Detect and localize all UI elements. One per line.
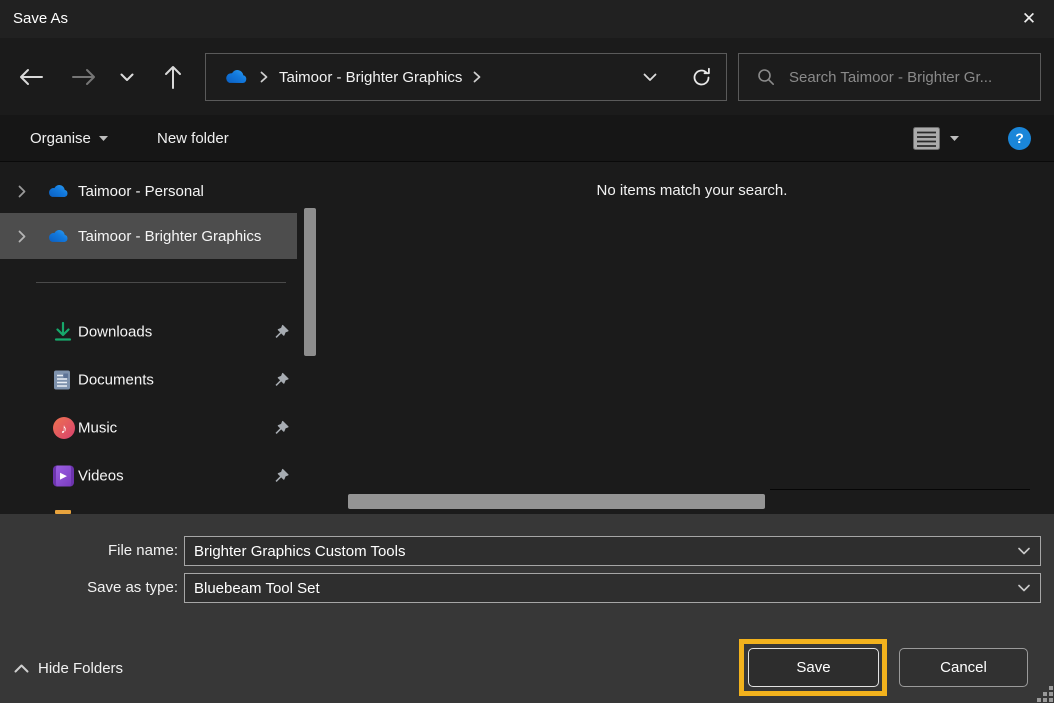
breadcrumb: Taimoor - Brighter Graphics — [224, 69, 481, 86]
up-arrow-icon — [164, 64, 182, 90]
help-icon: ? — [1008, 127, 1031, 150]
music-icon: ♪ — [53, 417, 75, 439]
address-dropdown-chevron-icon[interactable] — [643, 73, 657, 82]
list-view-icon — [913, 127, 940, 150]
help-button[interactable]: ? — [1008, 115, 1031, 161]
save-button-label: Save — [796, 659, 830, 676]
pin-icon — [274, 469, 289, 484]
breadcrumb-chevron-icon — [260, 71, 268, 83]
pin-icon — [274, 325, 289, 340]
sidebar-item-taimoor-brighter-graphics[interactable]: Taimoor - Brighter Graphics — [0, 213, 297, 259]
search-placeholder: Search Taimoor - Brighter Gr... — [789, 69, 992, 86]
file-name-combobox[interactable]: Brighter Graphics Custom Tools — [184, 536, 1041, 566]
expand-chevron-icon[interactable] — [18, 230, 26, 243]
back-button[interactable] — [16, 62, 46, 92]
caret-down-icon — [99, 136, 108, 141]
help-glyph: ? — [1015, 130, 1024, 146]
pin-icon — [274, 421, 289, 436]
sidebar-item-taimoor-personal[interactable]: Taimoor - Personal — [0, 171, 297, 211]
sidebar-item-label: Videos — [78, 468, 124, 485]
onedrive-cloud-icon — [47, 184, 70, 199]
cancel-button[interactable]: Cancel — [899, 648, 1028, 687]
sidebar-item-label: Documents — [78, 372, 154, 389]
search-box[interactable]: Search Taimoor - Brighter Gr... — [738, 53, 1041, 101]
empty-state-message: No items match your search. — [330, 182, 1054, 199]
recent-locations-button[interactable] — [112, 62, 142, 92]
file-name-value: Brighter Graphics Custom Tools — [194, 543, 405, 560]
pin-icon — [274, 373, 289, 388]
videos-icon: ▶ — [53, 466, 74, 487]
horizontal-scrollbar[interactable] — [348, 494, 765, 509]
chevron-down-icon[interactable] — [1018, 548, 1030, 555]
cancel-button-label: Cancel — [940, 659, 987, 676]
list-bottom-border — [770, 489, 1030, 490]
forward-arrow-icon — [71, 68, 97, 86]
sidebar-item-label: Music — [78, 420, 117, 437]
command-toolbar: Organise New folder ? — [0, 115, 1054, 162]
content-area: Taimoor - Personal Taimoor - Brighter Gr… — [0, 162, 1054, 514]
sidebar-item-music[interactable]: ♪ Music — [0, 406, 297, 450]
sidebar-scrollbar[interactable] — [304, 208, 316, 356]
caret-down-icon — [950, 136, 959, 141]
search-icon — [757, 68, 775, 86]
sidebar-item-downloads[interactable]: Downloads — [0, 310, 297, 354]
music-note-glyph: ♪ — [61, 421, 68, 436]
save-as-type-combobox[interactable]: Bluebeam Tool Set — [184, 573, 1041, 603]
title-bar: Save As ✕ — [0, 0, 1054, 38]
chevron-down-icon[interactable] — [1018, 585, 1030, 592]
navigation-bar: Taimoor - Brighter Graphics — [0, 38, 1054, 115]
new-folder-label: New folder — [157, 130, 229, 147]
save-as-type-label: Save as type: — [0, 573, 178, 603]
close-button[interactable]: ✕ — [1012, 2, 1046, 36]
sidebar-item-videos[interactable]: ▶ Videos — [0, 454, 297, 498]
chevron-down-icon — [120, 73, 134, 82]
hide-folders-button[interactable]: Hide Folders — [14, 660, 123, 677]
sidebar-item-label: Taimoor - Brighter Graphics — [78, 228, 261, 245]
chevron-up-icon — [14, 664, 29, 673]
save-as-type-value: Bluebeam Tool Set — [194, 580, 320, 597]
up-button[interactable] — [158, 62, 188, 92]
sidebar-item-label: Downloads — [78, 324, 152, 341]
onedrive-cloud-icon — [47, 229, 70, 244]
sidebar-divider — [36, 282, 286, 283]
organise-label: Organise — [30, 130, 91, 147]
file-name-label: File name: — [0, 536, 178, 566]
change-view-button[interactable] — [913, 115, 959, 161]
sidebar-item-label: Taimoor - Personal — [78, 183, 204, 200]
forward-button[interactable] — [69, 62, 99, 92]
save-as-dialog: Save As ✕ — [0, 0, 1054, 703]
address-bar[interactable]: Taimoor - Brighter Graphics — [205, 53, 727, 101]
play-glyph: ▶ — [60, 471, 67, 482]
refresh-icon[interactable] — [691, 67, 712, 88]
resize-grip[interactable] — [1037, 686, 1053, 702]
documents-icon — [53, 370, 71, 391]
sidebar-item-documents[interactable]: Documents — [0, 358, 297, 402]
back-arrow-icon — [18, 68, 44, 86]
new-folder-button[interactable]: New folder — [157, 115, 229, 161]
downloads-icon — [53, 322, 73, 342]
close-icon: ✕ — [1022, 9, 1036, 29]
hide-folders-label: Hide Folders — [38, 660, 123, 677]
save-options-pane: File name: Brighter Graphics Custom Tool… — [0, 514, 1054, 703]
organise-menu-button[interactable]: Organise — [30, 115, 108, 161]
onedrive-cloud-icon — [224, 69, 249, 85]
expand-chevron-icon[interactable] — [18, 185, 26, 198]
breadcrumb-chevron-icon[interactable] — [473, 71, 481, 83]
dialog-title: Save As — [13, 0, 68, 38]
save-button[interactable]: Save — [748, 648, 879, 687]
breadcrumb-location[interactable]: Taimoor - Brighter Graphics — [279, 69, 462, 86]
